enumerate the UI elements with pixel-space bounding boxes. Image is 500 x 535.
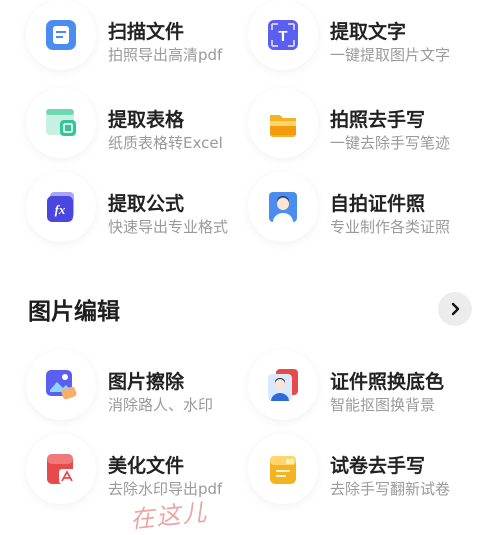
icon-background	[26, 0, 96, 70]
tool-title: 拍照去手写	[330, 109, 426, 131]
tool-exam-remove-handwriting[interactable]: 88 试卷去手写 去除手写翻新试卷	[222, 434, 462, 512]
remove-handwriting-icon	[270, 115, 296, 137]
tool-title: 扫描文件	[108, 21, 185, 43]
beautify-document-icon	[47, 454, 76, 484]
icon-background: T	[248, 0, 318, 70]
tool-subtitle: 纸质表格转Excel	[108, 134, 223, 152]
tool-subtitle: 去除手写翻新试卷	[330, 480, 451, 498]
tool-id-photo[interactable]: 自拍证件照 专业制作各类证照	[222, 172, 462, 250]
tool-remove-handwriting[interactable]: 拍照去手写 一键去除手写笔迹	[222, 88, 462, 166]
extract-formula-icon: fx	[47, 192, 74, 222]
icon-background	[26, 350, 96, 420]
tool-title: 提取表格	[108, 109, 185, 131]
tool-subtitle: 消除路人、水印	[108, 396, 214, 414]
id-photo-icon	[269, 192, 297, 222]
tool-extract-text[interactable]: T 提取文字 一键提取图片文字	[222, 0, 462, 78]
tool-subtitle: 快速导出专业格式	[108, 218, 229, 236]
icon-background	[248, 88, 318, 158]
tool-scan-document[interactable]: 扫描文件 拍照导出高清pdf	[0, 0, 240, 78]
section-more-button[interactable]	[438, 292, 472, 326]
image-erase-icon	[46, 370, 77, 400]
section-title-image-edit: 图片编辑	[28, 299, 120, 325]
icon-background: fx	[26, 172, 96, 242]
tool-title: 图片擦除	[108, 371, 185, 393]
watermark-stamp: 在这儿	[129, 497, 210, 534]
extract-text-icon: T	[268, 20, 298, 50]
tool-title: 提取公式	[108, 193, 185, 215]
tool-title: 自拍证件照	[330, 193, 426, 215]
svg-text:88: 88	[286, 459, 294, 466]
chevron-right-icon	[451, 302, 460, 316]
tool-title: 试卷去手写	[330, 455, 426, 477]
tool-title: 证件照换底色	[330, 371, 445, 393]
icon-background	[26, 434, 96, 504]
icon-background: 88	[248, 434, 318, 504]
scan-document-icon	[46, 20, 76, 50]
tool-subtitle: 专业制作各类证照	[330, 218, 451, 236]
icon-background	[248, 350, 318, 420]
tool-extract-table[interactable]: 提取表格 纸质表格转Excel	[0, 88, 240, 166]
tool-subtitle: 一键去除手写笔迹	[330, 134, 451, 152]
svg-text:T: T	[278, 28, 287, 45]
id-photo-background-icon	[268, 369, 298, 401]
tool-id-photo-background[interactable]: 证件照换底色 智能抠图换背景	[222, 350, 462, 428]
tool-subtitle: 智能抠图换背景	[330, 396, 436, 414]
extract-table-icon	[46, 109, 76, 136]
tool-subtitle: 拍照导出高清pdf	[108, 46, 223, 64]
tool-extract-formula[interactable]: fx 提取公式 快速导出专业格式	[0, 172, 240, 250]
svg-text:fx: fx	[55, 202, 66, 217]
tool-subtitle: 一键提取图片文字	[330, 46, 451, 64]
tool-image-erase[interactable]: 图片擦除 消除路人、水印	[0, 350, 240, 428]
icon-background	[26, 88, 96, 158]
tool-title: 提取文字	[330, 21, 407, 43]
exam-remove-handwriting-icon: 88	[270, 456, 296, 484]
tool-title: 美化文件	[108, 455, 185, 477]
icon-background	[248, 172, 318, 242]
